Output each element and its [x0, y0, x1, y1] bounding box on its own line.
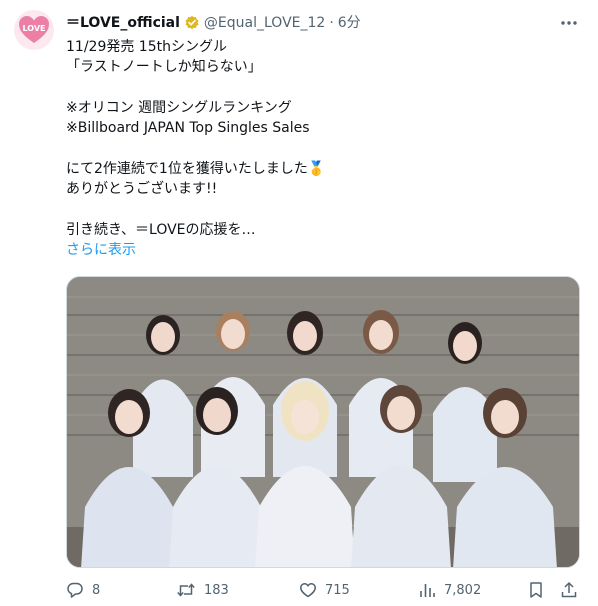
tweet-photo[interactable]	[66, 276, 580, 568]
show-more-link[interactable]: さらに表示	[66, 240, 580, 260]
reply-count: 8	[92, 582, 101, 598]
separator-dot: ·	[329, 15, 334, 31]
user-handle[interactable]: @Equal_LOVE_12	[204, 13, 325, 33]
analytics-icon	[418, 581, 436, 599]
tweet-line: にて2作連続で1位を獲得いたしました🥇	[66, 161, 326, 177]
heart-icon	[299, 581, 317, 599]
like-count: 715	[325, 582, 350, 598]
verified-badge-icon	[184, 15, 200, 31]
timestamp[interactable]: 6分	[338, 13, 361, 33]
avatar-logo-text: LOVE	[22, 24, 45, 33]
tweet-line: ※Billboard JAPAN Top Singles Sales	[66, 120, 310, 136]
tweet-header: ＝LOVE_official @Equal_LOVE_12 · 6分	[66, 13, 361, 33]
display-name[interactable]: ＝LOVE_official	[66, 13, 180, 33]
tweet-line: 11/29発売 15thシングル	[66, 39, 227, 55]
tweet-card[interactable]: LOVE ＝LOVE_official @Equal_LOVE_12 · 6分 …	[0, 0, 598, 606]
tweet-line: 「ラストノートしか知らない」	[66, 59, 262, 75]
reply-button[interactable]: 8	[66, 578, 100, 602]
share-icon	[560, 581, 578, 599]
bookmark-icon	[528, 581, 544, 599]
bookmark-button[interactable]	[528, 578, 544, 602]
tweet-text: 11/29発売 15thシングル 「ラストノートしか知らない」 ※オリコン 週間…	[66, 37, 580, 260]
share-button[interactable]	[560, 578, 578, 602]
reply-icon	[66, 581, 84, 599]
group-photo-image	[67, 277, 579, 567]
views-button[interactable]: 7,802	[418, 578, 481, 602]
retweet-button[interactable]: 183	[176, 578, 229, 602]
tweet-line: ありがとうございます!!	[66, 181, 218, 197]
tweet-line: 引き続き、＝LOVEの応援を…	[66, 222, 256, 238]
view-count: 7,802	[444, 582, 482, 598]
like-button[interactable]: 715	[299, 578, 350, 602]
tweet-line: ※オリコン 週間シングルランキング	[66, 100, 292, 116]
avatar[interactable]: LOVE	[14, 10, 54, 50]
retweet-icon	[176, 581, 196, 599]
heart-logo-icon: LOVE	[19, 16, 49, 43]
action-bar: 8 183 715 7,802	[66, 578, 580, 602]
retweet-count: 183	[204, 582, 229, 598]
more-options-icon[interactable]	[558, 14, 580, 32]
